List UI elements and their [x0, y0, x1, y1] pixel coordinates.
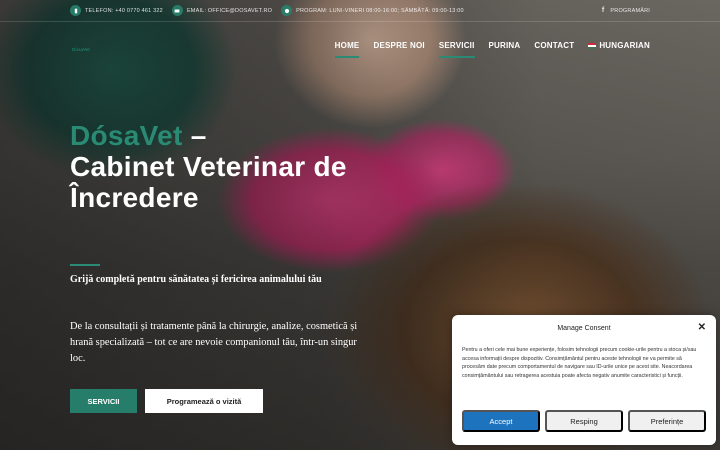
email-text: EMAIL: OFFICE@DOSAVET.RO [186, 7, 273, 14]
nav-servicii[interactable]: SERVICII [438, 41, 475, 58]
topbar-phone[interactable]: TELEFON: +40 0770 461 322 [70, 5, 163, 16]
schedule-text: PROGRAM: LUNI-VINERI 08:00-16:00; SÂMBĂT… [296, 7, 464, 14]
hungary-flag-icon [588, 42, 597, 49]
schedule-visit-button[interactable]: Programează o vizită [145, 389, 263, 413]
consent-title: Manage Consent [557, 325, 611, 332]
preferences-button[interactable]: Preferințe [628, 410, 706, 432]
topbar-email[interactable]: EMAIL: OFFICE@DOSAVET.RO [171, 5, 273, 16]
hero-brand: DósaVet [70, 120, 183, 151]
phone-text: TELEFON: +40 0770 461 322 [85, 7, 163, 14]
consent-text: Pentru a oferi cele mai bune experiențe,… [462, 347, 697, 379]
hero-title-rest: Cabinet Veterinar de Încredere [70, 151, 347, 213]
appointments-link[interactable]: PROGRAMĂRI [610, 8, 650, 14]
services-button[interactable]: SERVICII [70, 389, 137, 413]
clock-icon [281, 5, 293, 16]
nav-purina[interactable]: PURINA [489, 41, 521, 54]
facebook-icon[interactable]: f [602, 7, 605, 14]
hero-title-dash: – [182, 120, 207, 151]
close-icon[interactable]: ✕ [698, 323, 706, 333]
cookie-consent-dialog: Manage Consent ✕ Pentru a oferi cele mai… [452, 315, 716, 445]
accept-button[interactable]: Accept [462, 410, 540, 432]
nav-home[interactable]: HOME [334, 41, 360, 58]
envelope-icon [171, 5, 183, 16]
hero-subtitle: Grijă completă pentru sănătatea și feric… [70, 274, 322, 285]
nav-contact[interactable]: CONTACT [534, 41, 574, 54]
reject-button[interactable]: Resping [545, 410, 623, 432]
hero-title: DósaVet – Cabinet Veterinar de Încredere [70, 120, 390, 213]
main-nav: HOME DESPRE NOI SERVICII PURINA CONTACT … [321, 41, 650, 58]
nav-language-hungarian[interactable]: HUNGARIAN [588, 41, 650, 54]
language-label: HUNGARIAN [599, 41, 650, 50]
site-logo[interactable]: DósaVet [72, 47, 90, 52]
nav-despre-noi[interactable]: DESPRE NOI [373, 41, 424, 54]
topbar-schedule: PROGRAM: LUNI-VINERI 08:00-16:00; SÂMBĂT… [281, 5, 464, 16]
hero-description: De la consultații și tratamente până la … [70, 321, 358, 364]
title-divider [70, 264, 100, 266]
phone-icon [70, 5, 81, 16]
top-bar: TELEFON: +40 0770 461 322 EMAIL: OFFICE@… [0, 0, 720, 22]
